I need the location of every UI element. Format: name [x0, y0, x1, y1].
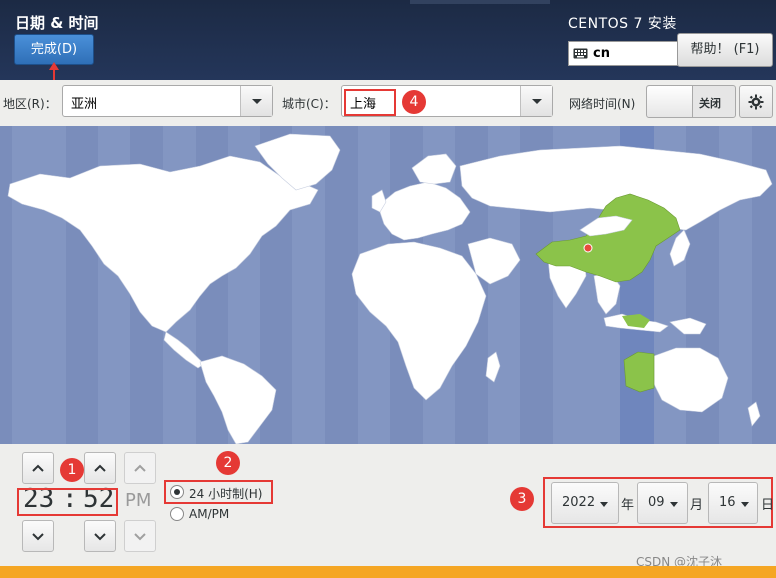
month-unit: 月 [690, 498, 704, 513]
ampm-value: PM [125, 490, 152, 511]
done-button[interactable]: 完成(D) [14, 34, 94, 65]
day-combo[interactable]: 16 [708, 482, 758, 524]
keyboard-layout-label: cn [593, 46, 610, 61]
minutes-up-button[interactable] [84, 452, 116, 484]
chevron-up-icon [134, 464, 146, 472]
day-value: 16 [719, 495, 736, 510]
chevron-up-icon [94, 464, 106, 472]
chevron-down-icon [134, 533, 146, 541]
minutes-down-button[interactable] [84, 520, 116, 552]
city-marker-pin [583, 243, 593, 253]
day-unit: 日 [761, 498, 775, 513]
region-value: 亚洲 [71, 97, 98, 112]
format-24h-label[interactable]: 24 小时制(H) [189, 485, 262, 502]
hours-down-button[interactable] [22, 520, 54, 552]
gear-icon [748, 94, 764, 110]
annotation-badge-4: 4 [402, 90, 426, 114]
chevron-down-icon [252, 99, 262, 104]
timezone-map[interactable] [0, 126, 776, 445]
keyboard-layout-indicator[interactable]: cn [568, 41, 678, 66]
page-title: 日期 & 时间 [15, 14, 99, 32]
chevron-down-icon [32, 533, 44, 541]
help-button[interactable]: 帮助！ (F1) [677, 33, 773, 67]
annotation-box-city [344, 89, 396, 116]
annotation-badge-3: 3 [510, 487, 534, 511]
month-value: 09 [648, 495, 665, 510]
header-bar: 日期 & 时间 完成(D) CENTOS 7 安装 cn 帮助！ (F1) [0, 0, 776, 80]
annotation-badge-2: 2 [216, 451, 240, 475]
chevron-down-icon [532, 99, 542, 104]
region-label: 地区(R)： [3, 97, 57, 111]
chevron-down-icon [741, 502, 749, 507]
chevron-down-icon [670, 502, 678, 507]
annotation-box-time [17, 488, 118, 516]
ampm-up-button[interactable] [124, 452, 156, 484]
format-24h-radio[interactable] [170, 485, 184, 499]
keyboard-icon [573, 48, 588, 59]
city-label: 城市(C)： [282, 97, 336, 111]
format-ampm-radio[interactable] [170, 507, 184, 521]
selected-region-western-australia [623, 351, 655, 393]
chevron-up-icon [32, 464, 44, 472]
ampm-down-button[interactable] [124, 520, 156, 552]
year-combo[interactable]: 2022 [551, 482, 619, 524]
network-time-toggle[interactable]: 关闭 [646, 85, 736, 118]
hours-up-button[interactable] [22, 452, 54, 484]
format-ampm-label[interactable]: AM/PM [189, 507, 229, 521]
chevron-down-icon [600, 502, 608, 507]
header-strip [410, 0, 550, 4]
network-time-label: 网络时间(N) [569, 97, 636, 111]
region-combo[interactable]: 亚洲 [62, 85, 273, 117]
month-combo[interactable]: 09 [637, 482, 688, 524]
ntp-settings-button[interactable] [739, 85, 773, 118]
chevron-down-icon [94, 533, 106, 541]
install-title: CENTOS 7 安装 [568, 16, 677, 32]
warning-strip [0, 566, 776, 578]
annotation-badge-1: 1 [60, 458, 84, 482]
toggle-state-label: 关闭 [699, 97, 721, 110]
year-unit: 年 [621, 498, 635, 513]
world-map-graphic[interactable] [0, 126, 776, 445]
toggle-knob [647, 86, 693, 117]
city-dropdown-button[interactable] [520, 86, 552, 116]
year-value: 2022 [562, 495, 596, 510]
region-dropdown-button[interactable] [240, 86, 272, 116]
